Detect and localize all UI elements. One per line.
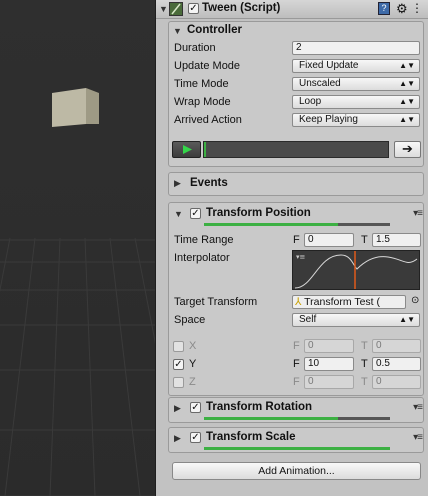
to-letter: T xyxy=(361,234,368,246)
arrived-action-value: Keep Playing xyxy=(299,114,358,125)
controller-title: Controller xyxy=(187,24,242,36)
scale-title: Transform Scale xyxy=(206,431,296,443)
dropdown-arrow-icon: ▲▼ xyxy=(399,79,415,88)
scale-foldout-icon[interactable]: ▶ xyxy=(174,433,181,444)
curve-graph: ▾≡ xyxy=(294,251,418,289)
script-icon xyxy=(169,2,183,16)
y-to-input[interactable]: 0.5 xyxy=(372,357,421,371)
wrap-mode-value: Loop xyxy=(299,96,322,107)
position-title: Transform Position xyxy=(206,207,311,219)
scene-view[interactable] xyxy=(0,0,155,496)
position-menu-icon[interactable]: ▾≡ xyxy=(413,208,423,219)
time-from-input[interactable]: 0 xyxy=(304,233,354,247)
help-book-icon[interactable]: ? xyxy=(378,2,390,15)
rotation-enabled-checkbox[interactable]: ✓ xyxy=(190,402,201,413)
x-from-input[interactable]: 0 xyxy=(304,339,354,353)
position-progress-fill xyxy=(204,223,338,226)
wrap-mode-label: Wrap Mode xyxy=(174,96,231,108)
wrap-mode-dropdown[interactable]: Loop ▲▼ xyxy=(292,95,420,109)
time-mode-label: Time Mode xyxy=(174,78,229,90)
space-value: Self xyxy=(299,314,317,325)
rotation-title: Transform Rotation xyxy=(206,401,313,413)
timeline-cursor xyxy=(204,142,206,157)
events-foldout-icon[interactable]: ▶ xyxy=(174,178,181,189)
component-title: Tween (Script) xyxy=(202,2,281,14)
dropdown-arrow-icon: ▲▼ xyxy=(399,115,415,124)
target-transform-label: Target Transform xyxy=(174,296,258,308)
rotation-menu-icon[interactable]: ▾≡ xyxy=(413,402,423,413)
scale-enabled-checkbox[interactable]: ✓ xyxy=(190,432,201,443)
object-picker-icon[interactable]: ⊙ xyxy=(411,295,419,306)
x-to-input[interactable]: 0 xyxy=(372,339,421,353)
position-foldout-icon[interactable]: ▼ xyxy=(174,209,183,219)
time-mode-value: Unscaled xyxy=(299,78,341,89)
y-to-letter: T xyxy=(361,358,368,370)
scene-grid xyxy=(0,88,155,496)
dropdown-arrow-icon: ▲▼ xyxy=(399,97,415,106)
from-letter: F xyxy=(293,234,300,246)
axis-z-checkbox[interactable] xyxy=(173,377,184,388)
space-label: Space xyxy=(174,314,206,326)
arrived-action-dropdown[interactable]: Keep Playing ▲▼ xyxy=(292,113,420,127)
target-transform-value: Transform Test ( xyxy=(304,296,381,308)
gear-icon[interactable]: ⚙ xyxy=(396,1,408,17)
z-from-input[interactable]: 0 xyxy=(304,375,354,389)
settings-menu-icon[interactable]: ⋮ xyxy=(411,1,423,15)
controller-foldout-icon[interactable]: ▼ xyxy=(173,26,182,36)
y-from-letter: F xyxy=(293,358,300,370)
update-mode-dropdown[interactable]: Fixed Update ▲▼ xyxy=(292,59,420,73)
scale-progress-fill xyxy=(204,447,390,450)
duration-input[interactable]: 2 xyxy=(292,41,420,55)
add-animation-button[interactable]: Add Animation... xyxy=(172,462,421,480)
events-title: Events xyxy=(190,177,228,189)
dropdown-arrow-icon: ▲▼ xyxy=(399,315,415,324)
play-icon xyxy=(183,145,192,154)
inspector-panel: ▼ ✓ Tween (Script) ? ⚙ ⋮ ▼ Controller Du… xyxy=(155,0,428,496)
transform-axes-icon: ⅄ xyxy=(295,296,302,308)
space-dropdown[interactable]: Self ▲▼ xyxy=(292,313,420,327)
update-mode-label: Update Mode xyxy=(174,60,241,72)
time-to-input[interactable]: 1.5 xyxy=(372,233,421,247)
z-to-input[interactable]: 0 xyxy=(372,375,421,389)
rotation-foldout-icon[interactable]: ▶ xyxy=(174,403,181,414)
x-to-letter: T xyxy=(361,340,368,352)
component-enabled-checkbox[interactable]: ✓ xyxy=(188,3,199,14)
cube-object xyxy=(52,88,99,127)
foldout-expanded-icon[interactable]: ▼ xyxy=(159,4,168,14)
target-transform-field[interactable]: ⅄ Transform Test ( xyxy=(292,295,406,309)
axis-y-checkbox[interactable]: ✓ xyxy=(173,359,184,370)
playback-timeline[interactable] xyxy=(203,141,389,158)
x-from-letter: F xyxy=(293,340,300,352)
axis-y-label: Y xyxy=(189,358,197,370)
arrived-action-label: Arrived Action xyxy=(174,114,242,126)
play-button[interactable] xyxy=(172,141,201,158)
interpolator-label: Interpolator xyxy=(174,252,230,264)
position-enabled-checkbox[interactable]: ✓ xyxy=(190,208,201,219)
arrow-right-icon: ➔ xyxy=(402,141,413,156)
z-from-letter: F xyxy=(293,376,300,388)
step-forward-button[interactable]: ➔ xyxy=(394,141,421,158)
axis-z-label: Z xyxy=(189,376,196,388)
scale-menu-icon[interactable]: ▾≡ xyxy=(413,432,423,443)
time-mode-dropdown[interactable]: Unscaled ▲▼ xyxy=(292,77,420,91)
dropdown-arrow-icon: ▲▼ xyxy=(399,61,415,70)
update-mode-value: Fixed Update xyxy=(299,60,359,71)
svg-text:▾≡: ▾≡ xyxy=(296,253,306,261)
rotation-progress-fill xyxy=(204,417,338,420)
duration-label: Duration xyxy=(174,42,216,54)
y-from-input[interactable]: 10 xyxy=(304,357,354,371)
z-to-letter: T xyxy=(361,376,368,388)
axis-x-label: X xyxy=(189,340,197,352)
axis-x-checkbox[interactable] xyxy=(173,341,184,352)
time-range-label: Time Range xyxy=(174,234,234,246)
interpolator-curve-field[interactable]: ▾≡ xyxy=(292,250,420,290)
